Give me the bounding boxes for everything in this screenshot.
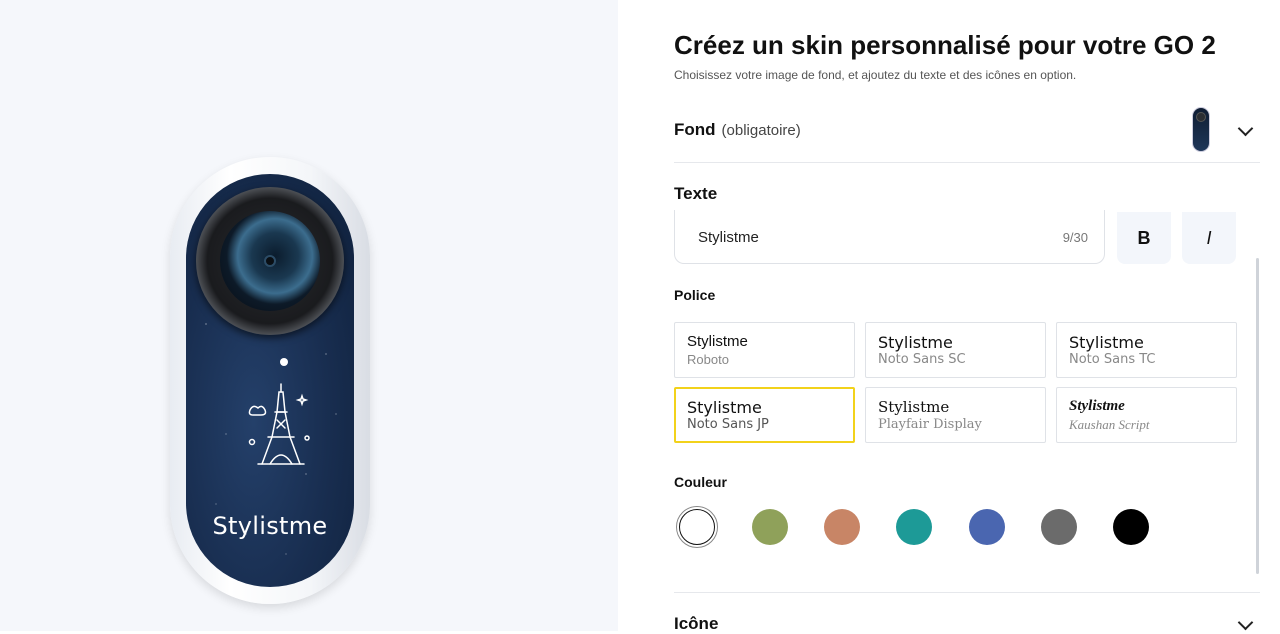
divider — [674, 162, 1260, 163]
fond-title: Fond — [674, 120, 716, 139]
italic-button[interactable]: I — [1182, 212, 1236, 264]
font-name: Kaushan Script — [1069, 417, 1150, 432]
camera-custom-text: Stylistme — [212, 512, 328, 540]
italic-icon: I — [1206, 227, 1212, 248]
selected-background-thumbnail[interactable] — [1192, 107, 1210, 152]
fond-required-note: (obligatoire) — [721, 122, 801, 139]
font-option-noto-sans-tc[interactable]: Stylistme Noto Sans TC — [1056, 322, 1237, 378]
font-option-kaushan-script[interactable]: Stylistme Kaushan Script — [1056, 387, 1237, 443]
camera-lens-ring — [196, 187, 344, 335]
bold-button[interactable]: B — [1117, 212, 1171, 264]
font-name: Roboto — [687, 352, 729, 367]
police-label: Police — [674, 287, 716, 303]
fond-label: Fond (obligatoire) — [674, 120, 801, 140]
page-title: Créez un skin personnalisé pour votre GO… — [674, 30, 1216, 60]
color-swatch-white[interactable] — [676, 506, 718, 548]
color-swatch-blue[interactable] — [969, 509, 1005, 545]
font-option-noto-sans-jp[interactable]: Stylistme Noto Sans JP — [674, 387, 855, 443]
font-name: Noto Sans JP — [687, 417, 769, 432]
color-swatch-black[interactable] — [1113, 509, 1149, 545]
couleur-label: Couleur — [674, 474, 727, 490]
icone-label: Icône — [674, 614, 719, 633]
lens-center — [264, 255, 276, 267]
camera-preview: Stylistme — [170, 157, 370, 604]
font-sample: Stylistme — [878, 398, 950, 416]
font-sample: Stylistme — [878, 333, 953, 352]
divider — [674, 592, 1260, 593]
color-swatch-terracotta[interactable] — [824, 509, 860, 545]
font-sample: Stylistme — [1069, 333, 1144, 352]
color-swatch-teal[interactable] — [896, 509, 932, 545]
font-name: Noto Sans SC — [878, 352, 966, 367]
bold-icon: B — [1137, 227, 1151, 248]
product-preview: Stylistme — [0, 0, 618, 631]
char-counter: 9/30 — [1062, 230, 1088, 245]
font-sample: Stylistme — [687, 398, 762, 417]
font-sample: Stylistme — [687, 333, 748, 350]
status-led — [280, 358, 288, 366]
font-option-roboto[interactable]: Stylistme Roboto — [674, 322, 855, 378]
font-name: Playfair Display — [878, 417, 982, 432]
page-subtitle: Choisissez votre image de fond, et ajout… — [674, 68, 1077, 82]
camera-lens — [220, 211, 320, 311]
text-input[interactable]: Stylistme 9/30 — [674, 210, 1105, 264]
texte-label: Texte — [674, 184, 718, 203]
color-swatch-olive[interactable] — [752, 509, 788, 545]
icone-chevron-down-icon[interactable] — [1237, 614, 1254, 631]
color-swatch-gray[interactable] — [1041, 509, 1077, 545]
font-name: Noto Sans TC — [1069, 352, 1156, 367]
panel-scrollbar[interactable] — [1256, 258, 1259, 574]
eiffel-tower-icon — [248, 383, 310, 465]
font-sample: Stylistme — [1069, 398, 1125, 414]
font-option-playfair-display[interactable]: Stylistme Playfair Display — [865, 387, 1046, 443]
camera-skin: Stylistme — [186, 174, 354, 587]
text-input-value[interactable]: Stylistme — [698, 229, 759, 246]
font-option-noto-sans-sc[interactable]: Stylistme Noto Sans SC — [865, 322, 1046, 378]
